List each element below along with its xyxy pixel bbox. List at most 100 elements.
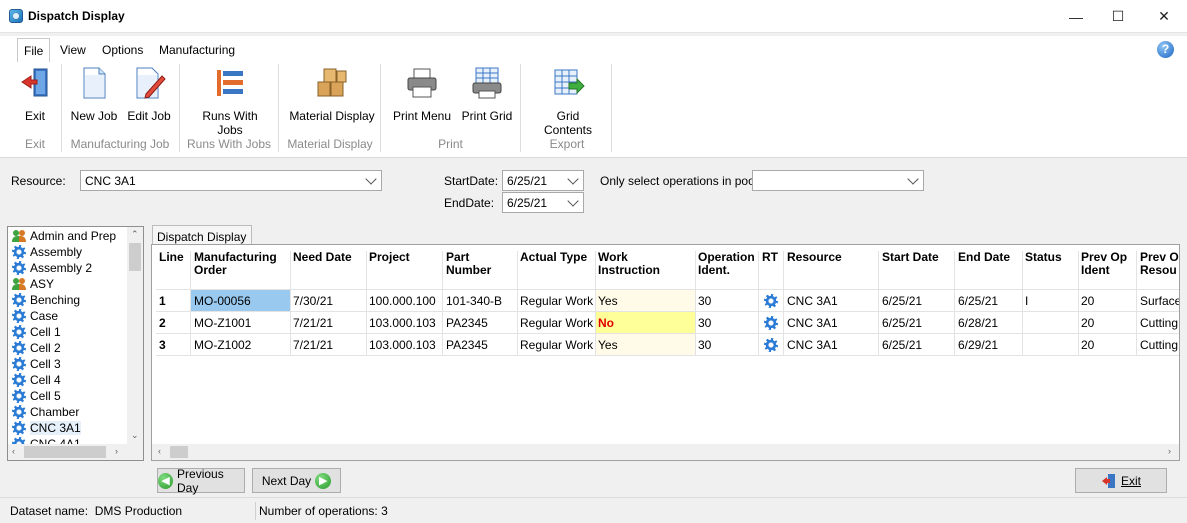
table-cell-prev-res[interactable]: Cutting [1140,338,1178,352]
gear-icon[interactable] [764,338,778,352]
scroll-left-icon[interactable]: ‹ [12,446,15,456]
table-cell-end-date[interactable]: 6/29/21 [958,338,998,352]
table-cell-prev-res[interactable]: Surface [1140,294,1179,308]
table-cell-part[interactable]: PA2345 [446,316,488,330]
next-day-button[interactable]: Next Day ▶ [252,468,341,493]
table-cell-prev-op[interactable]: 20 [1081,294,1094,308]
scroll-up-icon[interactable]: ⌃ [131,229,139,240]
material-display-button[interactable]: Material Display [289,66,375,123]
previous-day-button[interactable]: ◀ Previous Day [157,467,245,495]
table-cell-resource[interactable]: CNC 3A1 [787,338,838,352]
list-item[interactable]: Cell 3 [10,356,128,372]
column-header-work-instruction[interactable]: Work Instruction [598,251,660,277]
table-cell-part[interactable]: 101-340-B [446,294,502,308]
table-cell-actual-type[interactable]: Regular Work [520,316,593,330]
list-item[interactable]: Cell 2 [10,340,128,356]
list-item[interactable]: Admin and Prep [10,228,128,244]
table-cell-op-ident[interactable]: 30 [698,316,711,330]
table-cell-resource[interactable]: CNC 3A1 [787,294,838,308]
resource-list[interactable]: Admin and Prep Assembly Assembly 2 ASY B… [7,226,144,461]
table-cell-start-date[interactable]: 6/25/21 [882,316,922,330]
table-cell-work-instruction[interactable]: Yes [598,294,618,308]
column-header-end-date[interactable]: End Date [958,251,1010,264]
tab-file[interactable]: File [17,38,51,62]
scroll-down-icon[interactable]: ⌄ [131,430,139,441]
column-header-prev-op-ident[interactable]: Prev Op Ident [1081,251,1127,277]
table-cell-status[interactable]: I [1025,294,1028,308]
table-cell-need-date[interactable]: 7/21/21 [293,338,333,352]
table-cell-work-instruction[interactable]: Yes [598,338,618,352]
print-grid-button[interactable]: Print Grid [461,66,513,123]
table-cell-end-date[interactable]: 6/28/21 [958,316,998,330]
column-header-operation-ident[interactable]: Operation Ident. [698,251,755,277]
end-date-picker[interactable]: 6/25/21 [502,192,584,213]
table-cell-need-date[interactable]: 7/30/21 [293,294,333,308]
list-item[interactable]: Assembly [10,244,128,260]
table-cell-line[interactable]: 1 [159,294,166,308]
horizontal-scrollbar[interactable]: ‹ › [8,444,143,460]
table-cell-start-date[interactable]: 6/25/21 [882,294,922,308]
gear-icon[interactable] [764,294,778,308]
scroll-thumb[interactable] [170,446,188,458]
list-item[interactable]: Assembly 2 [10,260,128,276]
scroll-thumb[interactable] [129,243,141,271]
start-date-picker[interactable]: 6/25/21 [502,170,584,191]
table-cell-project[interactable]: 103.000.103 [369,316,436,330]
scroll-thumb[interactable] [24,446,106,458]
exit-button[interactable]: Exit [1075,468,1167,493]
exit-ribbon-button[interactable]: Exit [12,66,58,123]
table-cell-line[interactable]: 2 [159,316,166,330]
column-header-part-number[interactable]: Part Number [446,251,491,277]
table-cell-end-date[interactable]: 6/25/21 [958,294,998,308]
table-cell-start-date[interactable]: 6/25/21 [882,338,922,352]
table-cell-actual-type[interactable]: Regular Work [520,338,593,352]
column-header-actual-type[interactable]: Actual Type [520,251,587,264]
pool-dropdown[interactable] [752,170,924,191]
list-item[interactable]: Cell 1 [10,324,128,340]
table-cell-project[interactable]: 100.000.100 [369,294,436,308]
new-job-button[interactable]: New Job [70,66,118,123]
vertical-scrollbar[interactable]: ⌃ ⌄ [127,227,143,444]
table-cell-line[interactable]: 3 [159,338,166,352]
column-header-need-date[interactable]: Need Date [293,251,352,264]
grid-contents-button[interactable]: Grid Contents [531,66,605,137]
table-cell-part[interactable]: PA2345 [446,338,488,352]
edit-job-button[interactable]: Edit Job [126,66,172,123]
tab-options[interactable]: Options [102,43,143,57]
table-cell-mo[interactable]: MO-Z1001 [194,316,251,330]
scroll-right-icon[interactable]: › [1168,446,1171,456]
tab-view[interactable]: View [60,43,86,57]
table-cell-work-instruction-warning[interactable]: No [598,316,614,330]
scroll-right-icon[interactable]: › [115,446,118,456]
table-cell-actual-type[interactable]: Regular Work [520,294,593,308]
table-cell-prev-res[interactable]: Cutting [1140,316,1178,330]
minimize-button[interactable]: — [1053,0,1099,33]
column-header-start-date[interactable]: Start Date [882,251,939,264]
resource-dropdown[interactable]: CNC 3A1 [80,170,382,191]
table-cell-prev-op[interactable]: 20 [1081,338,1094,352]
list-item[interactable]: Cell 4 [10,372,128,388]
list-item[interactable]: Benching [10,292,128,308]
tab-dispatch-display[interactable]: Dispatch Display [152,225,253,245]
table-cell-mo[interactable]: MO-00056 [194,294,251,308]
help-icon[interactable]: ? [1157,41,1174,58]
column-header-resource[interactable]: Resource [787,251,842,264]
column-header-status[interactable]: Status [1025,251,1062,264]
list-item[interactable]: Chamber [10,404,128,420]
column-header-project[interactable]: Project [369,251,410,264]
grid-horizontal-scrollbar[interactable]: ‹ › [152,444,1179,460]
table-cell-op-ident[interactable]: 30 [698,338,711,352]
list-item[interactable]: Cell 5 [10,388,128,404]
list-item[interactable]: ASY [10,276,128,292]
tab-manufacturing[interactable]: Manufacturing [159,43,235,57]
table-cell-mo[interactable]: MO-Z1002 [194,338,251,352]
table-cell-resource[interactable]: CNC 3A1 [787,316,838,330]
table-cell-prev-op[interactable]: 20 [1081,316,1094,330]
column-header-line[interactable]: Line [159,251,184,264]
table-cell-need-date[interactable]: 7/21/21 [293,316,333,330]
maximize-button[interactable]: ☐ [1095,0,1141,33]
close-button[interactable]: ✕ [1141,0,1187,33]
table-cell-op-ident[interactable]: 30 [698,294,711,308]
column-header-manufacturing-order[interactable]: Manufacturing Order [194,251,277,277]
table-cell-project[interactable]: 103.000.103 [369,338,436,352]
